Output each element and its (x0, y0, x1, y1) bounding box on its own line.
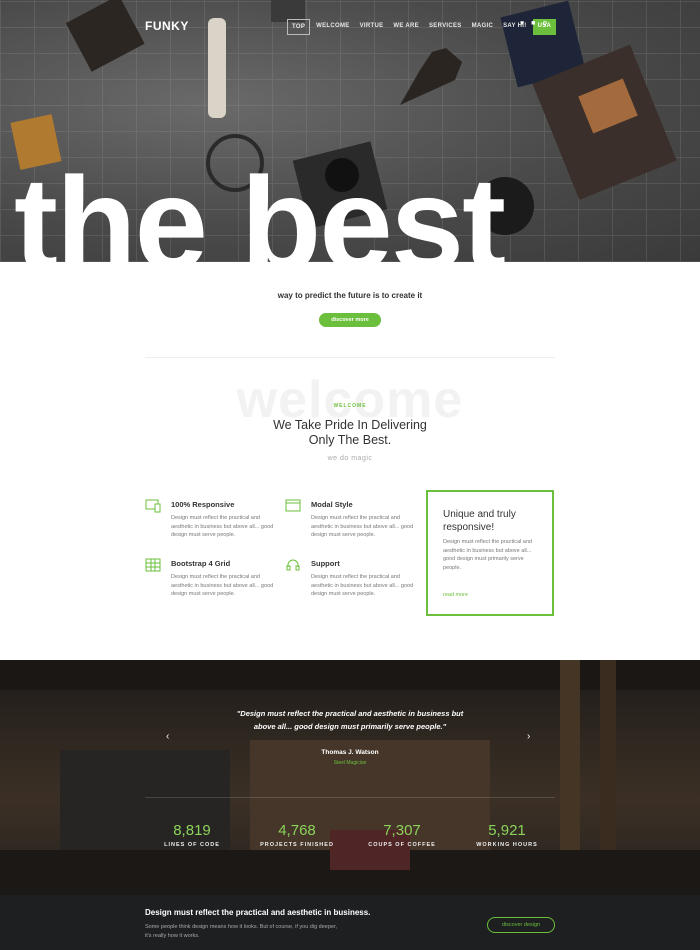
feature-title: Bootstrap 4 Grid (171, 559, 231, 568)
highlight-title: Unique and truly responsive! (443, 509, 516, 533)
welcome-headline: We Take Pride In Delivering Only The Bes… (0, 418, 700, 448)
feature-title: 100% Responsive (171, 500, 235, 509)
stat-label: COUPS OF COFFEE (368, 842, 436, 848)
grid-icon (145, 558, 161, 572)
cta-footer (0, 895, 700, 950)
stat-projects-finished: 4,768 PROJECTS FINISHED (237, 822, 357, 848)
section-divider (145, 357, 555, 358)
nav-icons: ♥ ■ ⚲ (520, 20, 548, 28)
nav-item-services[interactable]: SERVICES (425, 19, 466, 35)
stat-working-hours: 5,921 WORKING HOURS (447, 822, 567, 848)
nav-item-virtue[interactable]: VIRTUE (356, 19, 388, 35)
search-icon[interactable]: ⚲ (542, 20, 547, 28)
welcome-headline-line2: Only The Best. (308, 433, 392, 447)
nav-item-welcome[interactable]: WELCOME (312, 19, 353, 35)
heart-icon[interactable]: ♥ (520, 20, 524, 28)
hero-section: FUNKY TOP WELCOME VIRTUE WE ARE SERVICES… (0, 0, 700, 262)
hero-tagline: way to predict the future is to create i… (277, 291, 423, 300)
welcome-subtitle: we do magic (327, 455, 373, 462)
stat-label: WORKING HOURS (476, 842, 538, 848)
feature-title: Modal Style (311, 500, 353, 509)
nav-item-we-are[interactable]: WE ARE (389, 19, 423, 35)
highlight-text: Design must reflect the practical and ae… (443, 539, 532, 571)
welcome-headline-line1: We Take Pride In Delivering (273, 418, 427, 432)
testimonial-quote: "Design must reflect the practical and a… (0, 708, 700, 733)
testimonial-role: Steel Magician (333, 760, 367, 766)
cta-title: Design must reflect the practical and ae… (145, 908, 371, 917)
read-more-link[interactable]: read more (443, 592, 468, 598)
top-navbar: FUNKY TOP WELCOME VIRTUE WE ARE SERVICES… (0, 0, 700, 52)
stat-lines-of-code: 8,819 LINES OF CODE (132, 822, 252, 848)
feature-text: Design must reflect the practical and ae… (311, 574, 414, 597)
stat-label: LINES OF CODE (164, 842, 220, 848)
main-menu: TOP WELCOME VIRTUE WE ARE SERVICES MAGIC… (287, 19, 558, 35)
headset-icon (286, 559, 300, 571)
feature-text: Design must reflect the practical and ae… (171, 574, 274, 597)
devices-icon (145, 499, 161, 513)
feature-text: Design must reflect the practical and ae… (311, 515, 414, 538)
overlay (0, 660, 700, 895)
highlight-card: Unique and truly responsive! Design must… (426, 490, 554, 616)
stat-value: 5,921 (488, 822, 526, 839)
stat-value: 8,819 (173, 822, 211, 839)
stat-value: 7,307 (383, 822, 421, 839)
brand-logo[interactable]: FUNKY (145, 19, 189, 33)
testimonial-author: Thomas J. Watson (321, 749, 379, 756)
cta-text: Some people think design means how it lo… (145, 924, 338, 939)
feature-text: Design must reflect the practical and ae… (171, 515, 274, 538)
window-icon (285, 499, 301, 512)
stat-value: 4,768 (278, 822, 316, 839)
nav-item-top[interactable]: TOP (287, 19, 311, 35)
stat-coups-of-coffee: 7,307 COUPS OF COFFEE (342, 822, 462, 848)
stat-label: PROJECTS FINISHED (260, 842, 334, 848)
stats-divider (145, 797, 555, 798)
nav-item-magic[interactable]: MAGIC (468, 19, 498, 35)
feature-title: Support (311, 559, 340, 568)
discover-design-button[interactable]: discover design (487, 917, 555, 933)
quote-line-1: "Design must reflect the practical and a… (236, 709, 464, 718)
quote-line-2: above all... good design must primarily … (253, 721, 447, 731)
office-background (0, 660, 700, 895)
welcome-kicker: WELCOME (333, 403, 367, 409)
discover-more-button[interactable]: discover more (319, 313, 381, 327)
cart-icon[interactable]: ■ (531, 20, 535, 28)
hero-headline: the best (14, 150, 506, 263)
